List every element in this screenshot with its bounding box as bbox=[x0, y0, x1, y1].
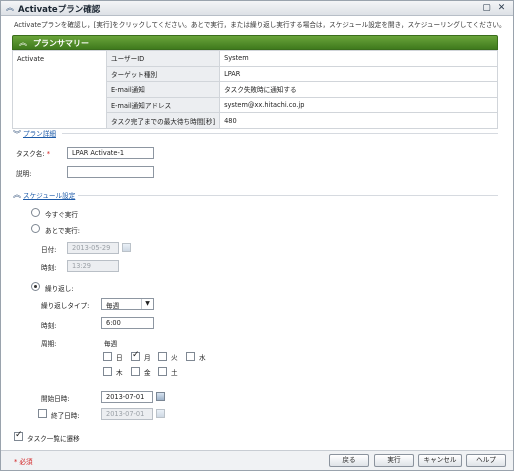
day-label: 金 bbox=[144, 369, 151, 377]
start-date-input[interactable]: 2013-07-01 bbox=[101, 391, 153, 403]
chevron-down-icon: ▼ bbox=[141, 299, 153, 309]
required-note: * 必須 bbox=[14, 458, 33, 466]
execute-button[interactable]: 実行 bbox=[374, 454, 414, 467]
goto-tasklist-checkbox[interactable] bbox=[14, 430, 23, 441]
required-mark: * bbox=[46, 150, 51, 158]
title-bar: ︽ Activateプラン確認 ▢ ✕ bbox=[1, 1, 513, 16]
summary-heading: プランサマリー bbox=[33, 39, 89, 48]
time-input[interactable]: 13:29 bbox=[67, 260, 119, 272]
end-date-input[interactable]: 2013-07-01 bbox=[101, 408, 153, 420]
summary-header: ︽ プランサマリー bbox=[12, 35, 498, 50]
collapse-icon[interactable]: ︽ bbox=[19, 39, 27, 47]
day-checkbox-sun[interactable] bbox=[103, 352, 112, 361]
maximize-icon[interactable]: ▢ bbox=[481, 4, 492, 14]
summary-label: ターゲット種別 bbox=[105, 65, 221, 83]
cancel-button[interactable]: キャンセル bbox=[418, 454, 462, 467]
summary-label: E-mail通知 bbox=[105, 81, 221, 98]
help-button[interactable]: ヘルプ bbox=[466, 454, 506, 467]
summary-task: Activate bbox=[12, 50, 107, 129]
run-now-label: 今すぐ実行 bbox=[45, 211, 78, 219]
collapse-icon[interactable]: ︽ bbox=[6, 4, 14, 12]
summary-value: LPAR bbox=[219, 65, 498, 83]
start-date-label: 開始日時: bbox=[41, 395, 70, 403]
day-label: 日 bbox=[116, 354, 123, 362]
collapse-icon[interactable]: ︽ bbox=[13, 191, 21, 199]
summary-value: System bbox=[219, 50, 498, 67]
close-icon[interactable]: ✕ bbox=[496, 4, 507, 14]
summary-label: E-mail通知アドレス bbox=[105, 96, 221, 114]
calendar-icon[interactable] bbox=[122, 243, 131, 252]
footer-bar: * 必須 戻る 実行 キャンセル ヘルプ bbox=[1, 450, 513, 470]
date-input[interactable]: 2013-05-29 bbox=[67, 242, 119, 254]
divider bbox=[78, 195, 498, 196]
back-button[interactable]: 戻る bbox=[329, 454, 369, 467]
time-label: 時刻: bbox=[41, 264, 57, 272]
period-value: 毎週 bbox=[104, 340, 118, 348]
summary-table: Activate ユーザーID System ターゲット種別 LPAR E-ma… bbox=[12, 50, 498, 129]
repeat-label: 繰り返し: bbox=[45, 285, 74, 293]
day-label: 水 bbox=[199, 354, 206, 362]
day-label: 土 bbox=[171, 369, 178, 377]
period-label: 周期: bbox=[41, 340, 57, 348]
repeat-type-label: 繰り返しタイプ: bbox=[41, 302, 90, 310]
end-date-label: 終了日時: bbox=[51, 412, 80, 420]
repeat-type-select[interactable]: 毎週 ▼ bbox=[101, 298, 154, 310]
day-checkbox-wed[interactable] bbox=[186, 352, 195, 361]
repeat-time-input[interactable]: 6:00 bbox=[101, 317, 154, 329]
day-label: 木 bbox=[116, 369, 123, 377]
table-row: Activate ユーザーID System bbox=[12, 50, 498, 129]
day-checkbox-fri[interactable] bbox=[131, 367, 140, 376]
calendar-icon[interactable] bbox=[156, 409, 165, 418]
expand-icon[interactable]: ︽ bbox=[13, 129, 21, 138]
task-name-input[interactable]: LPAR Activate-1 bbox=[67, 147, 154, 159]
day-label: 月 bbox=[144, 354, 151, 362]
summary-value: タスク失敗時に通知する bbox=[219, 81, 498, 98]
summary-value: 480 bbox=[219, 112, 498, 129]
dialog-description: Activateプランを確認し，[実行]をクリックしてください。あとで実行，また… bbox=[14, 21, 506, 29]
description-input[interactable] bbox=[67, 166, 154, 178]
repeat-time-label: 時刻: bbox=[41, 322, 57, 330]
day-label: 火 bbox=[171, 354, 178, 362]
schedule-settings-link[interactable]: スケジュール設定 bbox=[23, 190, 75, 200]
repeat-radio[interactable] bbox=[31, 282, 40, 291]
divider bbox=[62, 133, 498, 134]
day-checkbox-mon[interactable] bbox=[131, 350, 140, 361]
calendar-icon[interactable] bbox=[156, 392, 165, 401]
repeat-type-value: 毎週 bbox=[106, 302, 120, 310]
run-now-radio[interactable] bbox=[31, 208, 40, 217]
summary-label: タスク完了までの最大待ち時間[秒] bbox=[105, 112, 221, 129]
date-label: 日付: bbox=[41, 246, 57, 254]
summary-label: ユーザーID bbox=[105, 50, 221, 67]
task-name-label: タスク名: * bbox=[16, 150, 51, 158]
plan-details-link[interactable]: プラン詳細 bbox=[23, 128, 56, 138]
run-later-radio[interactable] bbox=[31, 224, 40, 233]
window-title: Activateプラン確認 bbox=[18, 5, 101, 15]
summary-value: system@xx.hitachi.co.jp bbox=[219, 96, 498, 114]
run-later-label: あとで実行: bbox=[45, 227, 80, 235]
day-checkbox-thu[interactable] bbox=[103, 367, 112, 376]
day-checkbox-tue[interactable] bbox=[158, 352, 167, 361]
description-label: 説明: bbox=[16, 170, 32, 178]
end-date-checkbox[interactable] bbox=[38, 409, 47, 418]
day-checkbox-sat[interactable] bbox=[158, 367, 167, 376]
goto-tasklist-label: タスク一覧に遷移 bbox=[27, 435, 80, 443]
